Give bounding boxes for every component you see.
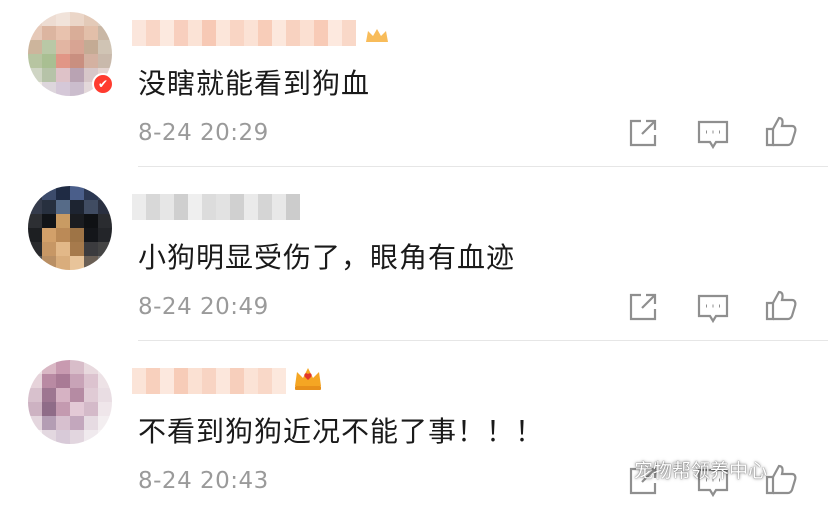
comment-text: 不看到狗狗近况不能了事！！！ xyxy=(138,415,545,448)
comment-timestamp: 8-24 20:29 xyxy=(138,120,269,146)
crown-icon xyxy=(295,368,321,390)
username-redacted[interactable] xyxy=(132,20,356,46)
watermark-text: 宠物帮领养中心 xyxy=(634,459,768,482)
comment-icon[interactable] xyxy=(696,292,730,326)
share-icon[interactable] xyxy=(626,290,660,324)
watermark: 宠物帮领养中心 xyxy=(598,452,767,486)
thumbs-up-icon[interactable] xyxy=(764,114,798,148)
avatar[interactable] xyxy=(28,186,112,270)
divider xyxy=(138,340,828,341)
avatar[interactable] xyxy=(28,360,112,444)
comment-timestamp: 8-24 20:49 xyxy=(138,294,269,320)
comment-text: 小狗明显受伤了，眼角有血迹 xyxy=(138,241,516,274)
comment-icon[interactable] xyxy=(696,118,730,152)
username-redacted[interactable] xyxy=(132,368,286,394)
verified-badge-icon: ✔ xyxy=(92,73,114,95)
thumbs-up-icon[interactable] xyxy=(764,288,798,322)
wechat-icon xyxy=(599,458,625,479)
username-redacted[interactable] xyxy=(132,194,300,220)
crown-icon xyxy=(366,29,388,42)
share-icon[interactable] xyxy=(626,116,660,150)
comment-timestamp: 8-24 20:43 xyxy=(138,468,269,494)
comment-text: 没瞎就能看到狗血 xyxy=(138,67,371,100)
divider xyxy=(138,166,828,167)
thumbs-up-icon[interactable] xyxy=(764,462,798,496)
